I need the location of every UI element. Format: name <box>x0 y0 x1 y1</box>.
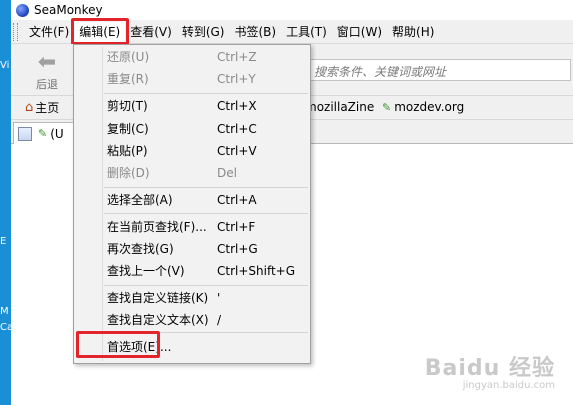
leaf-icon: ✎ <box>38 127 48 140</box>
menu-edit[interactable]: 编辑(E) <box>74 21 126 42</box>
menu-item-preferences[interactable]: 首选项(E)... <box>76 337 308 357</box>
menu-separator <box>104 93 308 94</box>
menu-file[interactable]: 文件(F) <box>24 22 74 42</box>
desktop-text: E <box>0 236 7 247</box>
title-bar: SeaMonkey <box>11 0 573 20</box>
bookmark-label: mozillaZine <box>305 100 375 114</box>
bookmark-mozillazine[interactable]: mozillaZine <box>305 100 374 114</box>
menu-item-find-link[interactable]: 查找自定义链接(K) ' <box>76 288 308 308</box>
menu-separator <box>104 285 308 286</box>
menu-item-find-again[interactable]: 再次查找(G) Ctrl+G <box>76 239 308 259</box>
menu-item-copy[interactable]: 复制(C) Ctrl+C <box>76 119 308 139</box>
tab-label: (U <box>50 126 64 141</box>
menu-item-find-text[interactable]: 查找自定义文本(X) / <box>76 310 308 330</box>
menu-separator <box>104 213 308 214</box>
desktop-text: Ca <box>0 322 11 333</box>
desktop-background: Vi E M Ca <box>0 0 11 405</box>
back-button-label: 后退 <box>36 78 58 91</box>
window-title: SeaMonkey <box>34 3 103 17</box>
tab-active[interactable]: ✎ (U <box>13 122 75 144</box>
menu-window[interactable]: 窗口(W) <box>332 22 387 42</box>
menu-go[interactable]: 转到(G) <box>177 22 230 42</box>
watermark-logo: Baidu 经验 <box>424 356 555 381</box>
back-button[interactable]: ⬅ 后退 <box>29 50 65 92</box>
leaf-icon: ✎ <box>382 100 392 114</box>
toolbar-grip-handle[interactable] <box>13 22 18 41</box>
menu-tools[interactable]: 工具(T) <box>281 22 332 42</box>
menu-item-select-all[interactable]: 选择全部(A) Ctrl+A <box>76 190 308 210</box>
edit-menu-dropdown: 还原(U) Ctrl+Z 重复(R) Ctrl+Y 剪切(T) Ctrl+X 复… <box>73 44 311 364</box>
bookmark-mozdev[interactable]: ✎ mozdev.org <box>382 100 464 114</box>
page-icon <box>18 126 32 141</box>
url-placeholder: 搜索条件、关键词或网址 <box>314 65 447 79</box>
menu-item-undo[interactable]: 还原(U) Ctrl+Z <box>76 47 308 67</box>
bookmark-label: mozdev.org <box>394 100 465 114</box>
desktop-text: Vi <box>0 60 10 71</box>
home-icon: ⌂ <box>25 100 34 115</box>
back-arrow-icon: ⬅ <box>37 50 57 75</box>
menu-item-paste[interactable]: 粘贴(P) Ctrl+V <box>76 141 308 161</box>
watermark: Baidu 经验 jingyan.baidu.com <box>425 350 555 391</box>
home-label: 主页 <box>35 101 60 115</box>
menu-item-find-previous[interactable]: 查找上一个(V) Ctrl+Shift+G <box>76 261 308 281</box>
menu-item-delete[interactable]: 删除(D) Del <box>76 163 308 183</box>
menu-separator <box>104 187 308 188</box>
home-button[interactable]: ⌂ 主页 <box>25 99 59 116</box>
menu-item-cut[interactable]: 剪切(T) Ctrl+X <box>76 96 308 116</box>
desktop-text: M <box>0 306 9 317</box>
menu-item-find[interactable]: 在当前页查找(F)... Ctrl+F <box>76 217 308 237</box>
menu-edit-wrapper: 编辑(E) <box>71 17 130 45</box>
menu-item-redo[interactable]: 重复(R) Ctrl+Y <box>76 69 308 89</box>
menu-bar: 文件(F) 编辑(E) 查看(V) 转到(G) 书签(B) 工具(T) 窗口(W… <box>11 17 573 45</box>
menu-help[interactable]: 帮助(H) <box>387 22 439 42</box>
menu-separator <box>104 332 308 333</box>
menu-view[interactable]: 查看(V) <box>125 22 177 42</box>
menu-bookmarks[interactable]: 书签(B) <box>229 22 281 42</box>
seamonkey-logo-icon <box>16 3 29 17</box>
